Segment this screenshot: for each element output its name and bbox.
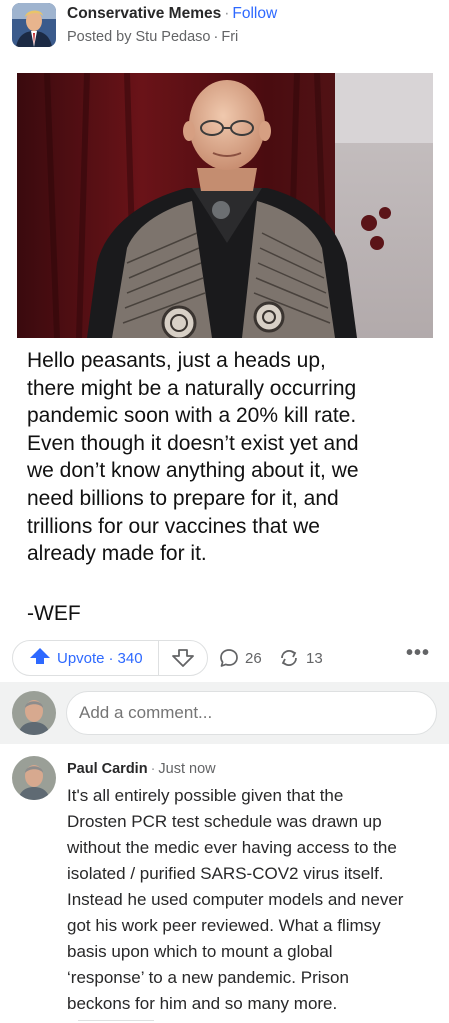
upvote-arrow-icon — [29, 647, 51, 669]
meme-image[interactable]: Hello peasants, just a heads up, there m… — [17, 73, 433, 633]
comment-text: It's all entirely possible given that th… — [67, 786, 404, 1013]
comment-count: 26 — [245, 649, 262, 667]
separator-dot: · — [213, 29, 219, 45]
comment-item: Paul Cardin · Just now It's all entirely p… — [0, 752, 449, 1023]
space-name[interactable]: Conservative Memes — [67, 5, 221, 22]
comment-composer — [0, 682, 449, 744]
space-avatar[interactable] — [12, 3, 56, 47]
separator-dot: · — [224, 5, 230, 22]
separator-dot: · — [150, 761, 156, 777]
post-time: Fri — [221, 29, 239, 45]
share-count: 13 — [306, 649, 323, 667]
post-meta: Posted by Stu Pedaso · Fri — [67, 29, 238, 45]
share-button[interactable]: 13 — [278, 648, 323, 668]
downvote-arrow-icon — [172, 649, 194, 667]
upvote-label: Upvote — [57, 649, 105, 667]
comments-button[interactable]: 26 — [219, 648, 262, 668]
comment-meta: Paul Cardin · Just now — [67, 761, 216, 777]
action-bar: Upvote · 340 26 13 ••• — [0, 638, 449, 680]
space-line: Conservative Memes · Follow — [67, 5, 277, 23]
user-avatar — [12, 691, 56, 735]
meme-photo — [17, 73, 433, 338]
meme-signature: -WEF — [27, 602, 81, 625]
share-cycle-icon — [281, 650, 297, 666]
post-header: Conservative Memes · Follow Posted by Stu … — [0, 0, 449, 72]
separator-dot: · — [108, 649, 114, 667]
upvote-count: 340 — [117, 649, 143, 667]
follow-button[interactable]: Follow — [232, 5, 277, 22]
comment-time: Just now — [158, 761, 216, 777]
comment-bubble-icon — [220, 649, 238, 667]
more-options-icon[interactable]: ••• — [405, 643, 431, 668]
commenter-avatar[interactable] — [12, 756, 56, 800]
comment-author[interactable]: Paul Cardin — [67, 761, 148, 777]
vote-group: Upvote · 340 — [12, 640, 208, 676]
posted-by-text[interactable]: Posted by Stu Pedaso — [67, 29, 211, 45]
comment-input[interactable] — [66, 691, 437, 735]
meme-caption: Hello peasants, just a heads up, there m… — [27, 349, 359, 566]
upvote-button[interactable]: Upvote · 340 — [13, 641, 159, 675]
downvote-button[interactable] — [159, 641, 207, 675]
